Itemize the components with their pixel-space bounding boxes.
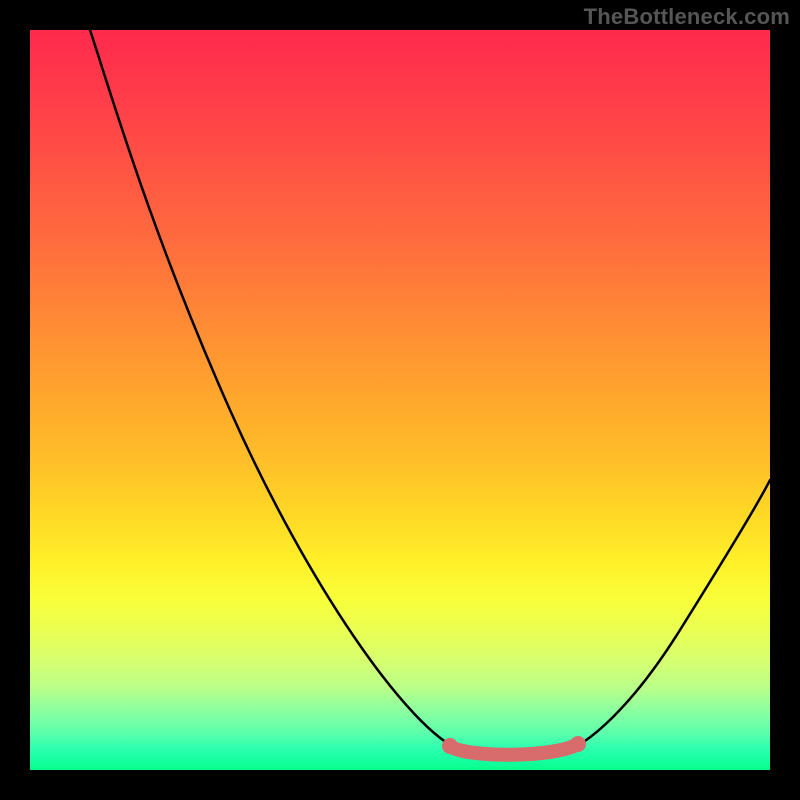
bottleneck-right-dot bbox=[570, 736, 586, 752]
curve-layer bbox=[30, 30, 770, 770]
bottleneck-bottom-highlight bbox=[450, 744, 578, 755]
bottleneck-curve-line bbox=[90, 30, 770, 754]
chart-frame: TheBottleneck.com bbox=[0, 0, 800, 800]
plot-area bbox=[30, 30, 770, 770]
bottleneck-left-dot bbox=[442, 738, 458, 754]
watermark-text: TheBottleneck.com bbox=[584, 4, 790, 30]
